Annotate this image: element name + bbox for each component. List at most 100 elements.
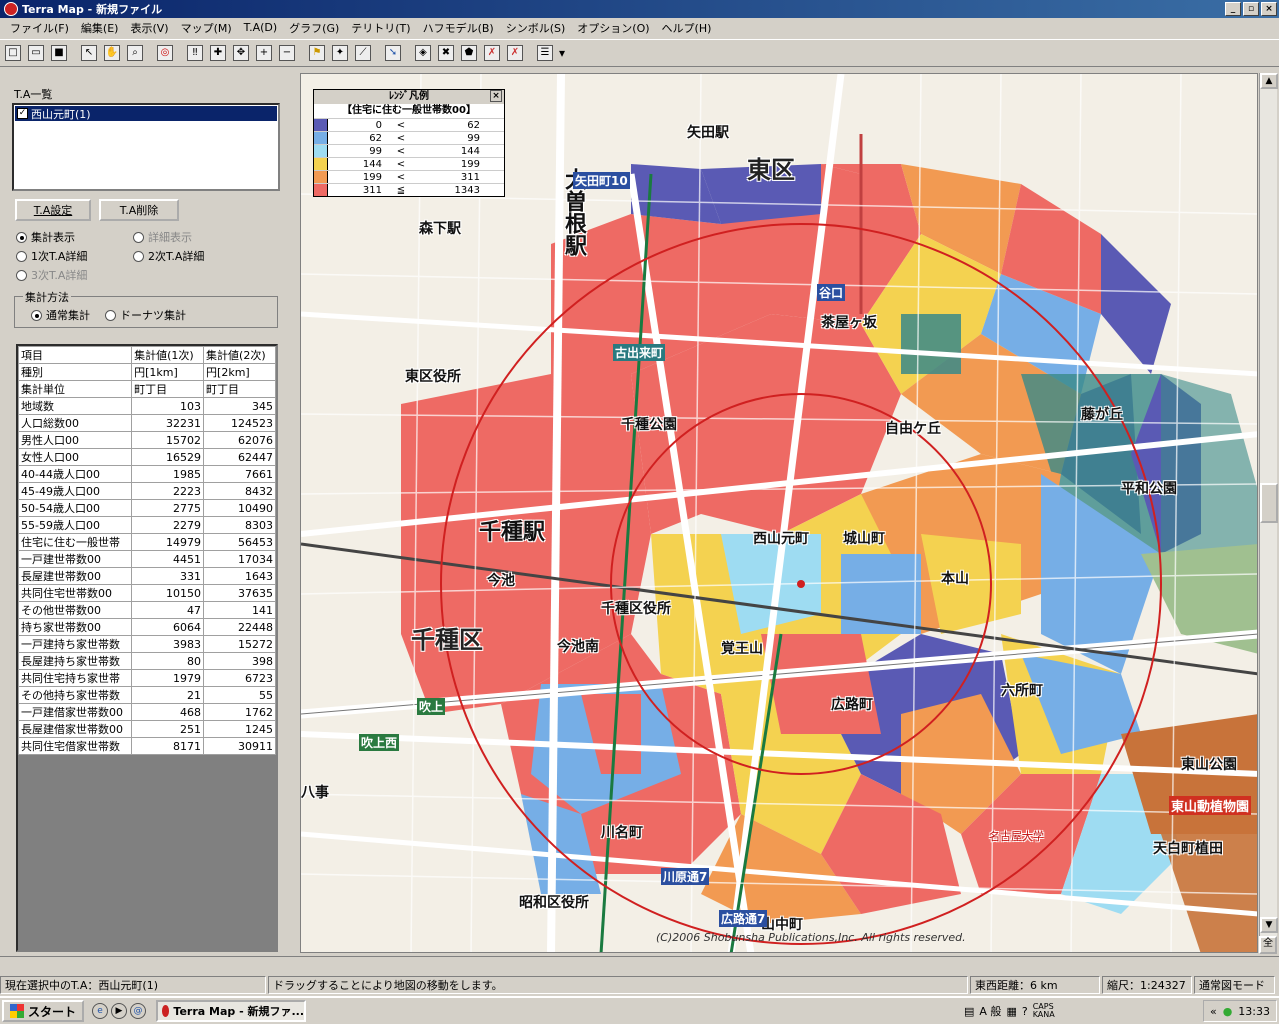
radio-ta1-detail[interactable]: 1次T.A詳細	[16, 248, 87, 264]
radio-ta2-label: 2次T.A詳細	[148, 250, 205, 263]
summary-grid[interactable]: 項目 集計値(1次) 集計値(2次) 種別 円[1km] 円[2km] 集計単位 町丁…	[16, 344, 278, 952]
zoom-in-icon[interactable]: +	[253, 42, 275, 64]
grid-cell: 地域数	[18, 397, 133, 415]
list-icon[interactable]: ☰	[534, 42, 556, 64]
legend-op: <	[396, 172, 406, 183]
table-row: 一戸建借家世帯数00 468 1762	[18, 703, 276, 721]
scroll-thumb[interactable]	[1260, 483, 1278, 523]
tray-network-icon[interactable]: ●	[1223, 1005, 1233, 1018]
maximize-button[interactable]: ▫	[1243, 2, 1259, 16]
map-view[interactable]: 東区 千種区 千種駅 千種区役所 今池 大曽根駅 矢田駅 森下駅 東区役所 昭和…	[300, 73, 1258, 953]
menu-help[interactable]: ヘルプ(H)	[656, 20, 718, 36]
radio-dot	[133, 231, 144, 243]
app-icon	[162, 1005, 170, 1017]
map-label-rokusho: 六所町	[1001, 683, 1043, 699]
legend-close-icon[interactable]: ×	[490, 90, 502, 102]
new-file-icon[interactable]: □	[2, 42, 24, 64]
arrow-select-icon[interactable]: ➘	[382, 42, 404, 64]
ime-mode-label[interactable]: A 般	[979, 1003, 1001, 1019]
menu-ta[interactable]: T.A(D)	[238, 21, 284, 34]
flag-icon[interactable]: ⚑	[306, 42, 328, 64]
grid-cell: 6723	[203, 669, 276, 687]
radio-ta3-detail[interactable]: 3次T.A詳細	[16, 267, 87, 283]
scroll-down-icon[interactable]: ▼	[1260, 917, 1278, 933]
tray-expand-icon[interactable]: «	[1210, 1005, 1217, 1018]
menu-edit[interactable]: 編集(E)	[75, 20, 125, 36]
menu-territory[interactable]: テリトリ(T)	[345, 20, 416, 36]
ime-pad-icon[interactable]: ▦	[1006, 1005, 1016, 1018]
taskbar-item-terramap[interactable]: Terra Map - 新規ファ...	[156, 1000, 307, 1022]
outlook-icon[interactable]: @	[130, 1003, 147, 1019]
ta-circle-icon[interactable]: ◈	[412, 42, 434, 64]
ta-remove-all-icon[interactable]: ✗	[504, 42, 526, 64]
range-legend[interactable]: ﾚﾝｼﾞ凡例 × 【住宅に住む一般世帯数00】 0 <62 62 <99 99 <14…	[313, 89, 505, 197]
grid-cell: 1762	[203, 703, 276, 721]
legend-swatch	[314, 145, 328, 157]
ta-delete-icon[interactable]: ✖	[435, 42, 457, 64]
menu-file[interactable]: ファイル(F)	[4, 20, 75, 36]
status-selected-ta: 現在選択中のT.A：西山元町(1)	[0, 976, 266, 994]
legend-hi: 144	[460, 146, 480, 157]
radio-summary[interactable]: 集計表示	[16, 229, 75, 245]
map-vertical-scrollbar[interactable]: ▲ ▼	[1259, 73, 1278, 953]
grid-cell: 人口総数00	[18, 414, 133, 432]
grid-cell: 一戸建借家世帯数00	[18, 703, 133, 721]
scroll-up-icon[interactable]: ▲	[1260, 73, 1278, 89]
grid-cell: 長屋建世帯数00	[18, 567, 133, 585]
hand-pan-icon[interactable]: ✋	[101, 42, 123, 64]
close-button[interactable]: ×	[1261, 2, 1277, 16]
grid-cell: 16529	[131, 448, 205, 466]
start-button[interactable]: スタート	[2, 1000, 85, 1022]
ta-clear-icon[interactable]: ✗	[481, 42, 503, 64]
menu-option[interactable]: オプション(O)	[571, 20, 655, 36]
zoom-out-icon[interactable]: −	[276, 42, 298, 64]
pin-icon[interactable]: ✦	[329, 42, 351, 64]
footprints-icon[interactable]: ‼	[184, 42, 206, 64]
dropdown-arrow-icon[interactable]: ▾	[557, 42, 567, 64]
legend-lo: 311	[362, 185, 382, 196]
app-icon	[4, 2, 18, 16]
map-label-chikusa-kuyakusho: 千種区役所	[601, 601, 671, 617]
ta-list-item[interactable]: ✓ 西山元町(1)	[15, 106, 277, 121]
grid-cell: 女性人口00	[18, 448, 133, 466]
ime-bar[interactable]: ▤ A 般 ▦ ? CAPS KANA	[964, 1000, 1055, 1022]
radio-normal-summary[interactable]: 通常集計	[31, 307, 90, 323]
ta-polygon-icon[interactable]: ⬟	[458, 42, 480, 64]
target-icon[interactable]: ◎	[154, 42, 176, 64]
full-view-icon[interactable]: 全	[1259, 936, 1277, 954]
ie-icon[interactable]: e	[92, 1003, 109, 1019]
legend-op: <	[396, 120, 406, 131]
radio-detail[interactable]: 詳細表示	[133, 229, 192, 245]
radio-ta2-detail[interactable]: 2次T.A詳細	[133, 248, 204, 264]
checkbox-icon[interactable]: ✓	[17, 108, 28, 119]
ta-delete-button[interactable]: T.A削除	[99, 199, 179, 221]
ruler-icon[interactable]: ⟋	[352, 42, 374, 64]
map-canvas[interactable]	[301, 74, 1258, 953]
ime-mode-icon[interactable]: ▤	[964, 1005, 974, 1018]
menu-map[interactable]: マップ(M)	[175, 20, 238, 36]
save-icon[interactable]: ■	[48, 42, 70, 64]
center-move-icon[interactable]: ✚	[207, 42, 229, 64]
ta-setting-button[interactable]: T.A設定	[15, 199, 91, 221]
ta-list[interactable]: ✓ 西山元町(1)	[12, 103, 280, 191]
grid-cell: 4451	[131, 550, 205, 568]
open-folder-icon[interactable]: ▭	[25, 42, 47, 64]
grid-cell: 8171	[131, 737, 205, 755]
help-icon[interactable]: ?	[1022, 1005, 1028, 1018]
menu-graph[interactable]: グラフ(G)	[283, 20, 345, 36]
grid-cell: 円[1km]	[131, 363, 205, 381]
menu-view[interactable]: 表示(V)	[124, 20, 174, 36]
grid-cell: 一戸建世帯数00	[18, 550, 133, 568]
media-player-icon[interactable]: ▶	[111, 1003, 128, 1019]
radio-donut-summary[interactable]: ドーナツ集計	[105, 307, 186, 323]
magnifier-icon[interactable]: ⌕	[124, 42, 146, 64]
pointer-icon[interactable]: ↖	[78, 42, 100, 64]
grid-cell: 55	[203, 686, 276, 704]
legend-title: ﾚﾝｼﾞ凡例	[389, 91, 429, 102]
legend-titlebar[interactable]: ﾚﾝｼﾞ凡例 ×	[314, 90, 504, 104]
grid-cell: 55-59歳人口00	[18, 516, 133, 534]
menu-symbol[interactable]: シンボル(S)	[500, 20, 572, 36]
move-icon[interactable]: ✥	[230, 42, 252, 64]
menu-huff-model[interactable]: ハフモデル(B)	[417, 20, 500, 36]
minimize-button[interactable]: _	[1225, 2, 1241, 16]
